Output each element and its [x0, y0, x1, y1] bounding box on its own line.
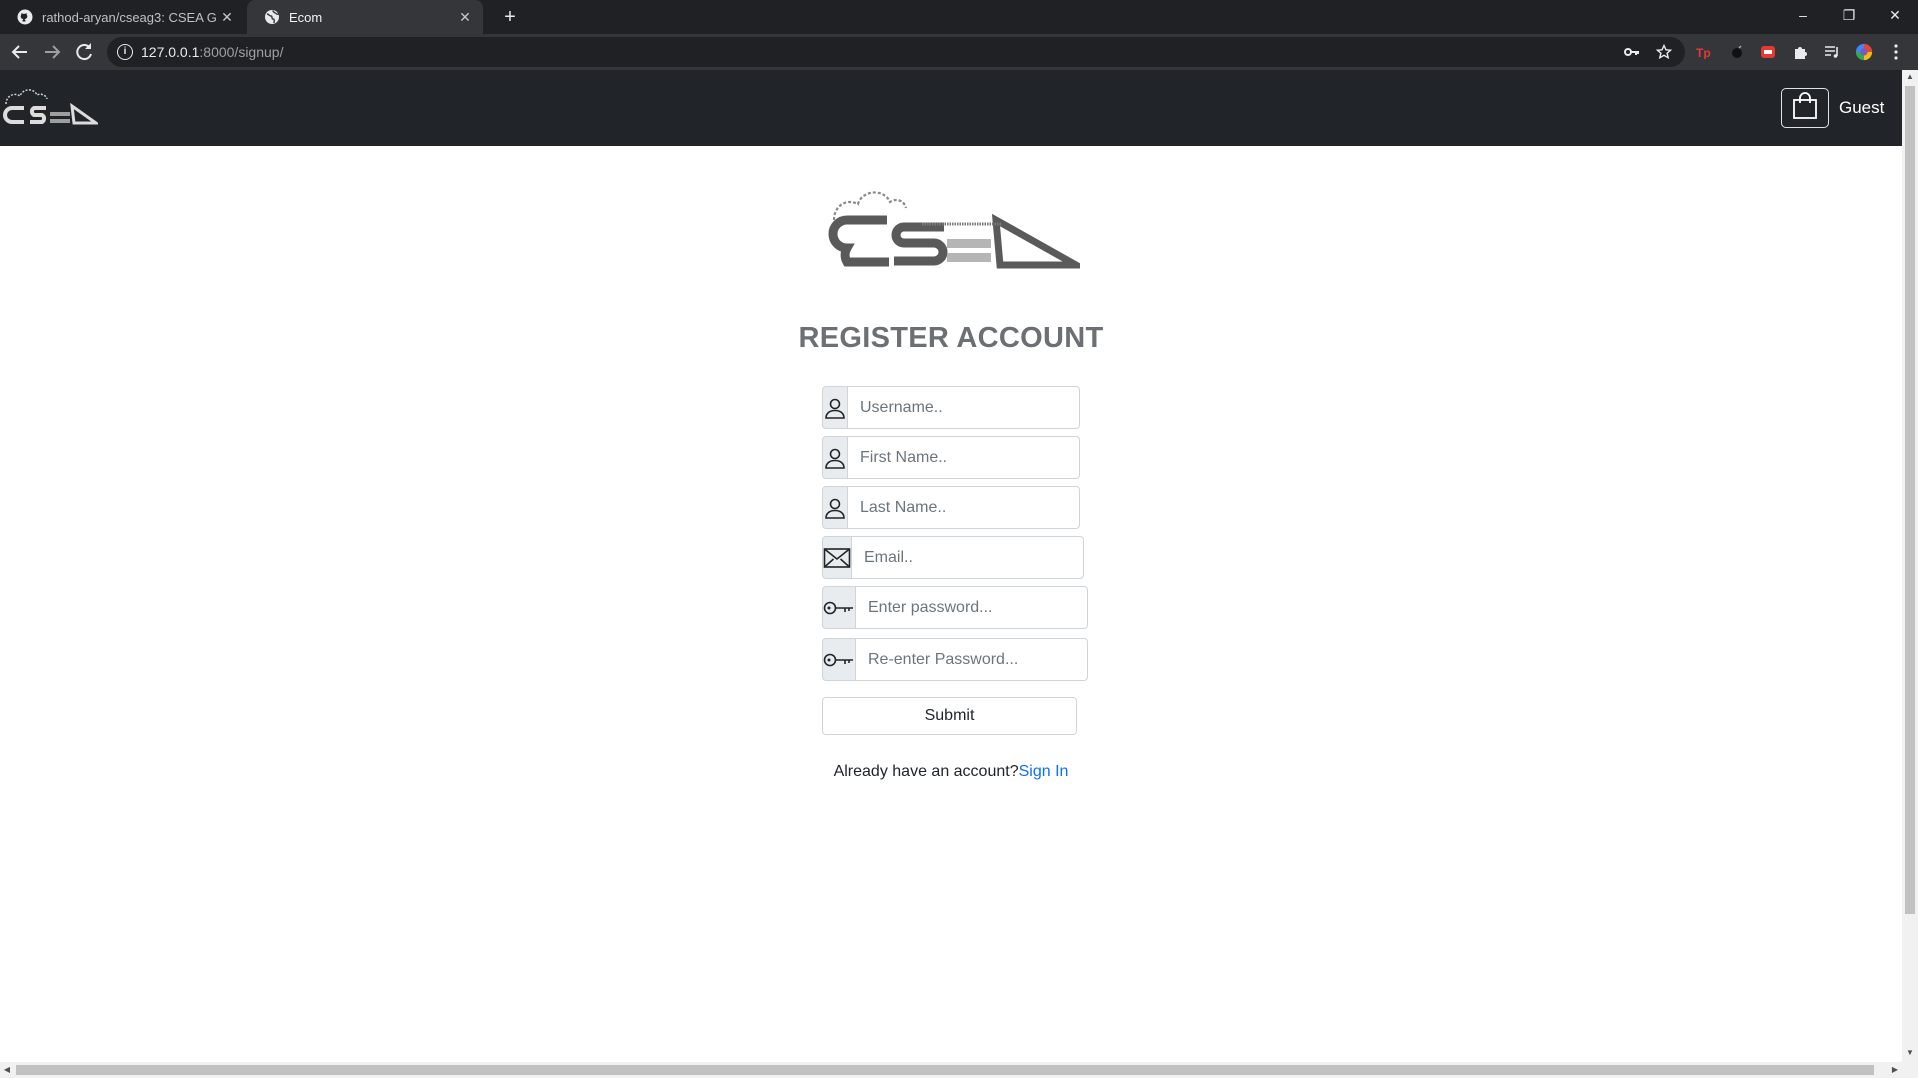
- password-input[interactable]: [856, 586, 1088, 629]
- close-tab-icon[interactable]: ✕: [219, 9, 235, 25]
- key-icon: [822, 638, 856, 681]
- svg-text:Tp: Tp: [1696, 46, 1711, 59]
- password-group: [822, 586, 1088, 629]
- submit-button[interactable]: Submit: [822, 697, 1077, 735]
- minimize-button[interactable]: –: [1780, 0, 1826, 30]
- scroll-up-arrow-icon[interactable]: ▲: [1902, 70, 1918, 84]
- confirm-password-group: [822, 638, 1088, 681]
- first-name-group: [822, 436, 1080, 479]
- confirm-password-input[interactable]: [856, 638, 1088, 681]
- site-logo[interactable]: [2, 86, 101, 130]
- last-name-input[interactable]: [848, 486, 1080, 529]
- user-label[interactable]: Guest: [1839, 98, 1884, 118]
- signin-link[interactable]: Sign In: [1019, 763, 1069, 780]
- forward-arrow-icon[interactable]: [40, 40, 64, 64]
- tab-title: rathod-aryan/cseag3: CSEA Grou: [42, 9, 217, 25]
- address-bar[interactable]: i 127.0.0.1:8000/signup/: [107, 37, 1685, 67]
- github-icon: [17, 9, 33, 25]
- username-input[interactable]: [848, 386, 1080, 429]
- media-control-icon[interactable]: [1823, 43, 1841, 61]
- email-field[interactable]: [852, 536, 1084, 579]
- person-icon: [822, 486, 848, 529]
- extension-bomb-icon[interactable]: [1728, 43, 1746, 61]
- globe-icon: [264, 9, 280, 25]
- csea-logo: [822, 182, 1090, 292]
- horizontal-scrollbar[interactable]: ◀ ▶: [0, 1062, 1902, 1078]
- username-group: [822, 386, 1080, 429]
- new-tab-button[interactable]: +: [499, 6, 521, 28]
- extension-tp-icon[interactable]: Tp: [1695, 43, 1713, 61]
- site-info-icon[interactable]: i: [117, 44, 133, 60]
- avatar[interactable]: [1855, 43, 1873, 61]
- email-group: [822, 536, 1084, 579]
- signin-prompt-text: Already have an account?: [833, 763, 1019, 780]
- key-icon[interactable]: [1623, 43, 1641, 61]
- person-icon: [822, 436, 848, 479]
- person-icon: [822, 386, 848, 429]
- reload-icon[interactable]: [72, 40, 96, 64]
- scroll-down-arrow-icon[interactable]: ▼: [1902, 1046, 1918, 1060]
- vertical-scrollbar[interactable]: ▲ ▼: [1902, 70, 1918, 1078]
- tab-ecom[interactable]: Ecom ✕: [247, 0, 483, 34]
- page-viewport: Guest REGISTER ACCOUNT Username.. First …: [0, 70, 1918, 1078]
- window-close-button[interactable]: ✕: [1872, 0, 1918, 30]
- browser-toolbar: i 127.0.0.1:8000/signup/ Tp: [0, 34, 1918, 70]
- back-arrow-icon[interactable]: [8, 40, 32, 64]
- page-title: REGISTER ACCOUNT: [798, 322, 1104, 354]
- url-text: 127.0.0.1:8000/signup/: [141, 44, 284, 60]
- tab-github[interactable]: rathod-aryan/cseag3: CSEA Grou ✕: [0, 0, 245, 34]
- browser-tab-strip: rathod-aryan/cseag3: CSEA Grou ✕ Ecom ✕ …: [0, 0, 1918, 34]
- horizontal-scroll-thumb[interactable]: [16, 1065, 1874, 1075]
- cart-button[interactable]: [1781, 88, 1829, 128]
- signin-prompt: Already have an account?Sign In: [0, 763, 1902, 781]
- kebab-menu-icon[interactable]: [1887, 43, 1905, 61]
- key-icon: [822, 586, 856, 629]
- scroll-right-arrow-icon[interactable]: ▶: [1888, 1062, 1902, 1078]
- close-tab-icon[interactable]: ✕: [457, 9, 473, 25]
- scroll-left-arrow-icon[interactable]: ◀: [0, 1062, 14, 1078]
- extension-red-icon[interactable]: [1759, 43, 1777, 61]
- shopping-bag-icon: [1792, 91, 1818, 125]
- puzzle-icon[interactable]: [1791, 43, 1809, 61]
- star-icon[interactable]: [1655, 43, 1673, 61]
- first-name-input[interactable]: [848, 436, 1080, 479]
- envelope-icon: [822, 536, 852, 579]
- vertical-scroll-thumb[interactable]: [1905, 86, 1915, 914]
- site-navbar: Guest: [0, 70, 1902, 146]
- last-name-group: [822, 486, 1080, 529]
- restore-button[interactable]: ❐: [1826, 0, 1872, 30]
- tab-title: Ecom: [289, 9, 323, 25]
